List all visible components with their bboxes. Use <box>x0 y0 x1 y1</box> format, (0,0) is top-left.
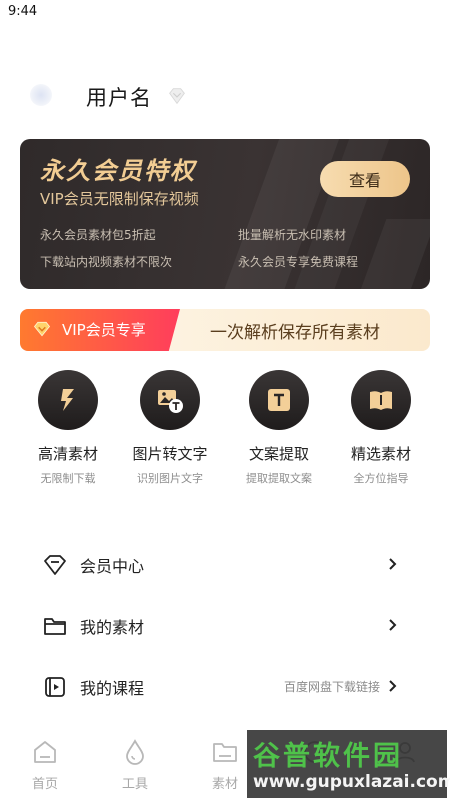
menu-item-vip-center[interactable]: 会员中心 <box>0 539 450 589</box>
image-to-text-icon <box>158 390 183 413</box>
tool-selected-material[interactable]: 精选素材 全方位指导 <box>331 370 431 500</box>
tool-icon-circle <box>351 370 411 430</box>
tool-desc: 提取提取文案 <box>246 472 312 485</box>
vip-feature: 下载站内视频素材不限次 <box>40 255 173 269</box>
lightning-icon <box>61 389 74 411</box>
vip-privilege-card[interactable]: 永久会员特权 VIP会员无限制保存视频 查看 永久会员素材包5折起 批量解析无水… <box>20 139 430 289</box>
vip-card-subtitle: VIP会员无限制保存视频 <box>40 190 199 208</box>
tool-text-extract[interactable]: 文案提取 提取提取文案 <box>229 370 329 500</box>
tab-label: 工具 <box>121 777 148 792</box>
chevron-right-icon <box>389 680 397 692</box>
watermark-url: www.gupuxlazai.com <box>253 772 450 792</box>
menu-item-my-materials[interactable]: 我的素材 <box>0 600 450 650</box>
username[interactable]: 用户名 <box>86 82 152 112</box>
vip-gem-icon <box>33 321 51 337</box>
vip-feature: 永久会员素材包5折起 <box>40 228 156 242</box>
watermark: 谷普软件园 www.gupuxlazai.com <box>247 730 450 798</box>
tool-icon-circle <box>249 370 309 430</box>
tab-home[interactable]: 首页 <box>0 728 90 800</box>
drop-icon <box>126 739 144 765</box>
diamond-icon <box>169 88 185 105</box>
tool-name: 文案提取 <box>248 445 309 463</box>
tab-label: 首页 <box>31 777 58 792</box>
diamond-outline-icon <box>44 555 66 575</box>
baidu-download-link[interactable]: 百度网盘下载链接 <box>284 678 380 695</box>
vip-card-title: 永久会员特权 <box>40 157 196 185</box>
menu-item-label: 会员中心 <box>80 557 145 576</box>
tool-desc: 识别图片文字 <box>137 472 203 485</box>
chevron-right-icon <box>389 619 397 631</box>
tool-icon-circle <box>38 370 98 430</box>
vip-exclusive-banner[interactable]: 一次解析保存所有素材 VIP会员专享 <box>20 309 430 351</box>
banner-right-label: 一次解析保存所有素材 <box>210 322 380 343</box>
book-icon <box>370 391 392 410</box>
vip-feature: 永久会员专享免费课程 <box>238 255 359 269</box>
status-bar: 9:44 <box>0 0 450 24</box>
tool-icon-circle <box>140 370 200 430</box>
banner-left-panel: VIP会员专享 <box>20 309 180 351</box>
home-icon <box>34 741 56 763</box>
folder-icon <box>44 618 66 635</box>
view-vip-button[interactable]: 查看 <box>320 161 410 197</box>
menu-item-my-courses[interactable]: 我的课程 百度网盘下载链接 <box>0 661 450 711</box>
status-time: 9:44 <box>8 4 38 19</box>
banner-left-label: VIP会员专享 <box>62 321 146 339</box>
text-extract-icon <box>268 389 290 411</box>
profile-header: 用户名 <box>0 76 450 116</box>
folder-tab-icon <box>213 743 237 762</box>
tool-name: 精选素材 <box>350 445 411 463</box>
tool-desc: 无限制下载 <box>40 472 96 485</box>
tool-image-to-text[interactable]: 图片转文字 识别图片文字 <box>120 370 220 500</box>
menu-item-label: 我的课程 <box>80 679 145 698</box>
tool-name: 高清素材 <box>37 445 98 463</box>
tab-tools[interactable]: 工具 <box>90 728 180 800</box>
avatar-placeholder-icon[interactable] <box>30 84 52 106</box>
menu-item-label: 我的素材 <box>80 618 145 637</box>
vip-feature: 批量解析无水印素材 <box>238 228 347 242</box>
watermark-title: 谷普软件园 <box>253 741 403 772</box>
video-course-icon <box>45 677 65 697</box>
banner-right-panel: 一次解析保存所有素材 <box>160 309 430 351</box>
tool-hd-material[interactable]: 高清素材 无限制下载 <box>18 370 118 500</box>
tool-name: 图片转文字 <box>132 445 208 463</box>
tool-desc: 全方位指导 <box>353 472 409 485</box>
chevron-right-icon <box>389 558 397 570</box>
